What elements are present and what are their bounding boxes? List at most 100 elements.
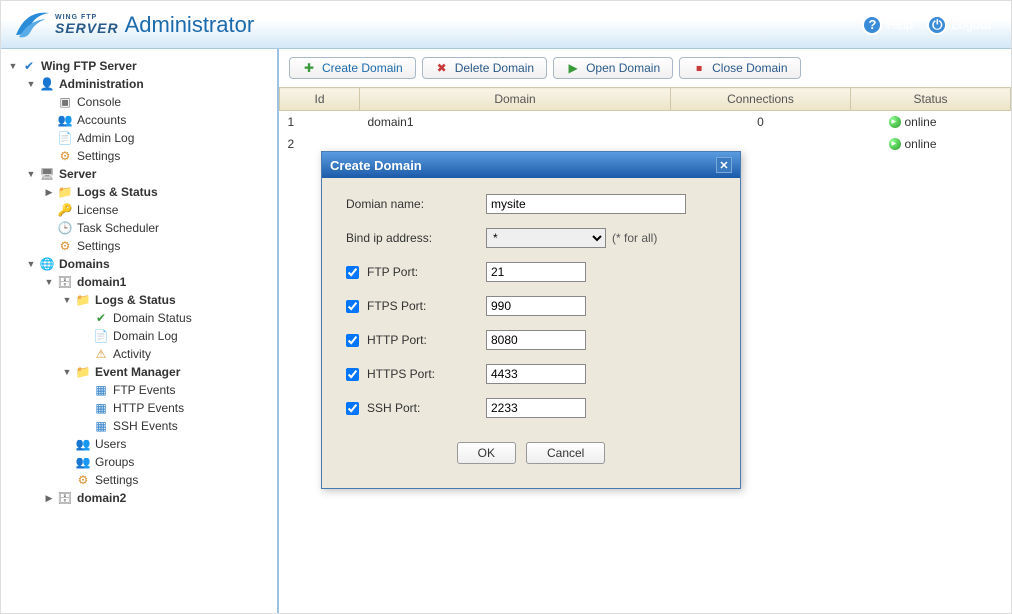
log-icon: 📄 <box>57 130 73 146</box>
ssh-port-input[interactable] <box>486 398 586 418</box>
http-checkbox[interactable] <box>346 334 359 347</box>
console-icon: ▣ <box>57 94 73 110</box>
help-label: Help <box>886 17 913 32</box>
cancel-button[interactable]: Cancel <box>526 442 605 464</box>
page-title: Administrator <box>125 12 255 38</box>
tree-groups[interactable]: 👥Groups <box>55 453 277 471</box>
gear-icon: ⚙ <box>75 472 91 488</box>
bind-ip-select[interactable]: * <box>486 228 606 248</box>
tree-license[interactable]: 🔑License <box>37 201 277 219</box>
folder-icon: 📁 <box>57 184 73 200</box>
tree-domain1[interactable]: ▼ 🗄 domain1 <box>37 273 277 291</box>
col-connections[interactable]: Connections <box>671 88 851 111</box>
domain-name-input[interactable] <box>486 194 686 214</box>
ok-button[interactable]: OK <box>457 442 516 464</box>
tree-accounts[interactable]: 👥Accounts <box>37 111 277 129</box>
domains-table: Id Domain Connections Status 1 domain1 0… <box>279 87 1011 155</box>
https-label: HTTPS Port: <box>367 367 435 381</box>
logout-link[interactable]: ⏻ Logout <box>927 15 991 35</box>
tree-server-logs[interactable]: ▶📁Logs & Status <box>37 183 277 201</box>
tree-root-label: Wing FTP Server <box>41 59 137 73</box>
tree-ftp-events[interactable]: ▦FTP Events <box>73 381 277 399</box>
folder-icon: 📁 <box>75 292 91 308</box>
help-link[interactable]: ? Help <box>862 15 913 35</box>
online-icon <box>889 138 901 150</box>
tree-http-events[interactable]: ▦HTTP Events <box>73 399 277 417</box>
clock-icon: 🕒 <box>57 220 73 236</box>
col-domain[interactable]: Domain <box>360 88 671 111</box>
sidebar: ▼ ✔ Wing FTP Server ▼ 👤 Administration <box>1 49 279 613</box>
folder-icon: 📁 <box>75 364 91 380</box>
ftp-label: FTP Port: <box>367 265 418 279</box>
col-status[interactable]: Status <box>851 88 1011 111</box>
ftps-port-input[interactable] <box>486 296 586 316</box>
tree-domain-status[interactable]: ✔Domain Status <box>73 309 277 327</box>
chevron-down-icon: ▼ <box>25 258 37 270</box>
table-row[interactable]: 1 domain1 0 online <box>280 111 1011 134</box>
dialog-title-text: Create Domain <box>330 158 422 173</box>
open-icon: ▶ <box>566 61 580 75</box>
chevron-down-icon: ▼ <box>7 60 19 72</box>
dialog-close-button[interactable]: ✕ <box>716 157 732 173</box>
tree-admin-label: Administration <box>59 77 144 91</box>
tree-event-manager[interactable]: ▼ 📁 Event Manager <box>55 363 277 381</box>
tree-d1-logs[interactable]: ▼ 📁 Logs & Status <box>55 291 277 309</box>
bind-ip-label: Bind ip address: <box>346 231 432 245</box>
logo-icon <box>11 5 51 45</box>
tree-server[interactable]: ▼ 🖥 Server <box>19 165 277 183</box>
tree-ssh-events[interactable]: ▦SSH Events <box>73 417 277 435</box>
open-domain-button[interactable]: ▶Open Domain <box>553 57 673 79</box>
tree-server-label: Server <box>59 167 96 181</box>
event-icon: ▦ <box>93 400 109 416</box>
accounts-icon: 👥 <box>57 112 73 128</box>
tree-task-scheduler[interactable]: 🕒Task Scheduler <box>37 219 277 237</box>
tree-administration[interactable]: ▼ 👤 Administration <box>19 75 277 93</box>
online-icon <box>889 116 901 128</box>
ftp-checkbox[interactable] <box>346 266 359 279</box>
help-icon: ? <box>862 15 882 35</box>
col-id[interactable]: Id <box>280 88 360 111</box>
chevron-right-icon: ▶ <box>43 186 55 198</box>
ssh-checkbox[interactable] <box>346 402 359 415</box>
ftp-port-input[interactable] <box>486 262 586 282</box>
power-icon: ⏻ <box>927 15 947 35</box>
create-domain-button[interactable]: ✚Create Domain <box>289 57 416 79</box>
https-port-input[interactable] <box>486 364 586 384</box>
domain-name-label: Domian name: <box>346 197 424 211</box>
tree-admin-log[interactable]: 📄Admin Log <box>37 129 277 147</box>
chevron-right-icon: ▶ <box>43 492 55 504</box>
http-port-input[interactable] <box>486 330 586 350</box>
plus-icon: ✚ <box>302 61 316 75</box>
tree-domain-log[interactable]: 📄Domain Log <box>73 327 277 345</box>
tree-domains[interactable]: ▼ 🌐 Domains <box>19 255 277 273</box>
tree-admin-settings[interactable]: ⚙Settings <box>37 147 277 165</box>
status-badge: online <box>859 115 1003 129</box>
delete-domain-button[interactable]: ✖Delete Domain <box>422 57 547 79</box>
toolbar: ✚Create Domain ✖Delete Domain ▶Open Doma… <box>279 49 1011 87</box>
event-icon: ▦ <box>93 382 109 398</box>
tree-activity[interactable]: ⚠Activity <box>73 345 277 363</box>
tree-users[interactable]: 👥Users <box>55 435 277 453</box>
tree-console[interactable]: ▣Console <box>37 93 277 111</box>
create-domain-dialog: Create Domain ✕ Domian name: Bind ip add… <box>321 151 741 489</box>
tree-d1-settings[interactable]: ⚙Settings <box>55 471 277 489</box>
gear-icon: ⚙ <box>57 238 73 254</box>
dialog-titlebar[interactable]: Create Domain ✕ <box>322 152 740 178</box>
tree-server-settings[interactable]: ⚙Settings <box>37 237 277 255</box>
header: WING FTP SERVER Administrator ? Help ⏻ L… <box>1 1 1011 49</box>
https-checkbox[interactable] <box>346 368 359 381</box>
groups-icon: 👥 <box>75 454 91 470</box>
gear-icon: ⚙ <box>57 148 73 164</box>
drive-icon: 🗄 <box>57 490 73 506</box>
log-icon: 📄 <box>93 328 109 344</box>
tree-domain2[interactable]: ▶ 🗄 domain2 <box>37 489 277 507</box>
ssh-label: SSH Port: <box>367 401 420 415</box>
chevron-down-icon: ▼ <box>61 294 73 306</box>
bind-ip-hint: (* for all) <box>612 231 657 245</box>
user-icon: 👤 <box>39 76 55 92</box>
ftps-checkbox[interactable] <box>346 300 359 313</box>
key-icon: 🔑 <box>57 202 73 218</box>
close-domain-button[interactable]: ⏹Close Domain <box>679 57 800 79</box>
tree-domains-label: Domains <box>59 257 110 271</box>
tree-root[interactable]: ▼ ✔ Wing FTP Server <box>1 57 277 75</box>
